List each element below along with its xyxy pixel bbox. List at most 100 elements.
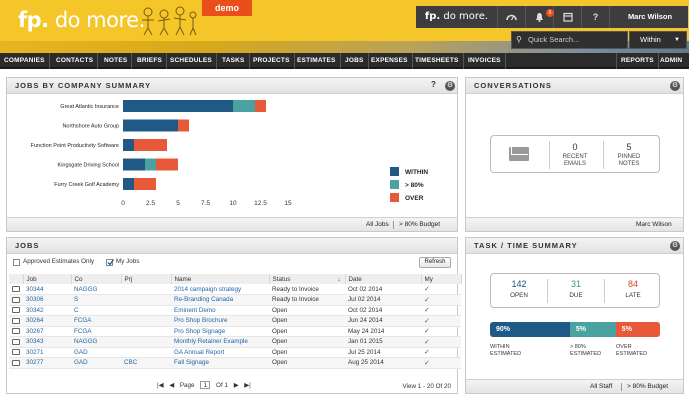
table-row[interactable]: 30264 FCGA Pro Shop Brochure Open Jun 24 201… [9,315,461,327]
project-code-link[interactable] [121,326,171,337]
late-count[interactable]: 84 [605,279,661,289]
project-code-link[interactable] [121,315,171,327]
nav-item-companies[interactable]: COMPANIES [0,53,50,69]
job-name-link[interactable]: Fall Signage [171,357,269,369]
expand-row-icon[interactable] [9,305,23,316]
gear-icon[interactable]: ⚙ [445,81,455,91]
expand-row-icon[interactable] [9,357,23,369]
job-number-link[interactable]: 30264 [23,315,71,327]
nav-item-invoices[interactable]: INVOICES [464,53,506,69]
column-header-job[interactable]: Job [23,274,72,284]
gear-icon[interactable]: ⚙ [670,81,680,91]
due-count[interactable]: 31 [548,279,604,289]
column-header-date[interactable]: Date [345,274,422,284]
company-code-link[interactable]: FCGA [71,315,121,327]
project-code-link[interactable] [121,336,171,348]
column-header-status[interactable]: Status ↓ [269,274,346,284]
job-name-link[interactable]: Pro Shop Signage [171,326,269,337]
project-code-link[interactable]: CBC [121,357,171,369]
open-count[interactable]: 142 [491,279,547,289]
bar-segment[interactable] [255,100,266,112]
table-row[interactable]: 30271 GAD GA Annual Report Open Jul 25 2014 ✓ [9,347,461,358]
search-scope-dropdown[interactable]: Within ▼ [629,31,687,49]
bar-segment[interactable] [134,139,167,151]
page-number-input[interactable]: 1 [200,381,211,389]
nav-item-admin[interactable]: ADMIN [656,53,686,69]
pinned-notes-count[interactable]: 5 [609,142,649,152]
expand-row-icon[interactable] [9,336,23,348]
help-icon[interactable]: ? [431,80,436,89]
company-code-link[interactable]: NAGGG [71,284,121,295]
nav-item-estimates[interactable]: ESTIMATES [293,53,341,69]
expand-row-icon[interactable] [9,294,23,306]
bar-segment[interactable] [123,119,178,132]
job-name-link[interactable]: GA Annual Report [171,347,269,358]
company-code-link[interactable]: GAD [71,347,121,358]
first-page-icon[interactable]: |◀ [157,382,163,389]
table-row[interactable]: 30277 GAD CBC Fall Signage Open Aug 25 2014 ✓ [9,357,461,369]
column-header-prj[interactable]: Prj [121,274,172,284]
table-row[interactable]: 30342 C Eminent Demo Open Oct 02 2014 ✓ [9,305,461,316]
approved-estimates-checkbox[interactable] [13,259,20,266]
my-jobs-checkbox[interactable] [106,259,114,266]
expand-row-icon[interactable] [9,284,23,295]
over-80-budget-link[interactable]: > 80% Budget [627,380,668,394]
company-code-link[interactable]: GAD [71,357,121,369]
project-code-link[interactable] [121,294,171,306]
conversations-user-link[interactable]: Marc Wilson [636,218,672,232]
job-number-link[interactable]: 30267 [23,326,71,337]
company-code-link[interactable]: NAGGG [71,336,121,348]
nav-item-jobs[interactable]: JOBS [341,53,369,69]
bar-segment[interactable] [123,100,233,112]
job-number-link[interactable]: 30271 [23,347,71,358]
bar-segment[interactable] [134,178,156,190]
bar-segment[interactable] [123,178,134,190]
expand-row-icon[interactable] [9,315,23,327]
project-code-link[interactable] [121,284,171,295]
help-icon[interactable]: ? [582,6,610,28]
job-number-link[interactable]: 30306 [23,294,71,306]
nav-item-schedules[interactable]: SCHEDULES [166,53,217,69]
toolbar-logo[interactable]: fp. do more. [416,6,498,28]
dashboard-icon[interactable] [498,6,526,28]
expand-row-icon[interactable] [9,326,23,337]
nav-item-reports[interactable]: REPORTS [616,53,659,69]
company-code-link[interactable]: C [71,305,121,316]
app-logo[interactable]: fp. do more. [18,8,145,32]
recent-emails-count[interactable]: 0 [555,142,595,152]
column-header-name[interactable]: Name [171,274,270,284]
all-staff-link[interactable]: All Staff [590,380,612,394]
job-name-link[interactable]: 2014 campaign strategy [171,284,269,295]
bar-segment[interactable] [178,119,189,132]
refresh-button[interactable]: Refresh [419,257,451,268]
table-row[interactable]: 30267 FCGA Pro Shop Signage Open May 24 2014… [9,326,461,337]
nav-item-notes[interactable]: NOTES [100,53,133,69]
job-name-link[interactable]: Pro Shop Brochure [171,315,269,327]
column-header-my[interactable]: My [421,274,462,284]
next-page-icon[interactable]: ▶ [234,382,239,389]
nav-item-tasks[interactable]: TASKS [218,53,250,69]
gear-icon[interactable]: ⚙ [670,241,680,251]
bar-segment[interactable] [233,100,255,112]
nav-item-briefs[interactable]: BRIEFS [133,53,168,69]
bar-segment[interactable] [156,158,178,171]
user-menu[interactable]: Marc Wilson [612,6,688,28]
bar-segment[interactable] [145,158,156,171]
nav-item-expenses[interactable]: EXPENSES [367,53,413,69]
job-number-link[interactable]: 30344 [23,284,71,295]
bar-segment[interactable] [123,158,145,171]
nav-item-projects[interactable]: PROJECTS [249,53,295,69]
job-number-link[interactable]: 30277 [23,357,71,369]
last-page-icon[interactable]: ▶| [244,382,250,389]
prev-page-icon[interactable]: ◀ [169,382,174,389]
table-row[interactable]: 30343 NAGGG Monthly Retainer Example Open Ja… [9,336,461,348]
company-code-link[interactable]: FCGA [71,326,121,337]
bar-segment[interactable] [123,139,134,151]
table-row[interactable]: 30344 NAGGG 2014 campaign strategy Ready to… [9,284,461,295]
job-name-link[interactable]: Re-Branding Canada [171,294,269,306]
project-code-link[interactable] [121,305,171,316]
job-number-link[interactable]: 30342 [23,305,71,316]
calendar-icon[interactable] [554,6,582,28]
expand-row-icon[interactable] [9,347,23,358]
over-80-budget-link[interactable]: > 80% Budget [399,218,440,232]
